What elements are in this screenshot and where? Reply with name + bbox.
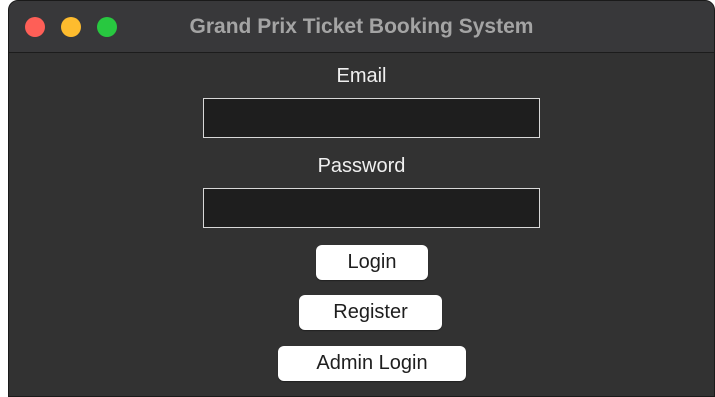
password-label: Password [317, 155, 406, 177]
password-field[interactable] [203, 188, 540, 228]
register-button[interactable]: Register [299, 295, 442, 330]
window-title: Grand Prix Ticket Booking System [189, 15, 534, 38]
login-button[interactable]: Login [316, 245, 428, 280]
login-form: Email Password Login Register Admin Logi… [9, 53, 714, 396]
app-window: Grand Prix Ticket Booking System Email P… [8, 0, 715, 397]
email-label: Email [336, 65, 387, 87]
email-field[interactable] [203, 98, 540, 138]
title-bar[interactable]: Grand Prix Ticket Booking System [9, 1, 714, 53]
admin-login-button[interactable]: Admin Login [278, 346, 466, 381]
